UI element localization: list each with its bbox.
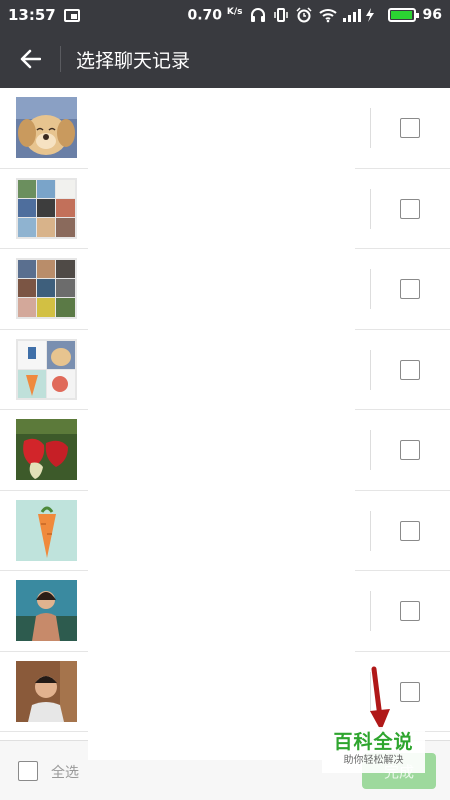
row-divider (370, 269, 371, 309)
image-notification-icon (63, 8, 80, 22)
status-time: 13:57 (8, 6, 56, 24)
man-portrait-avatar (16, 660, 77, 722)
chat-checkbox[interactable] (400, 359, 420, 380)
watermark-title: 百科全说 (333, 731, 414, 753)
battery-icon (387, 8, 419, 22)
watermark-subtitle: 助你轻松解决 (343, 755, 404, 766)
chat-checkbox[interactable] (400, 601, 420, 621)
network-speed-value: 0.70 (187, 7, 223, 24)
row-divider (370, 591, 371, 631)
network-speed: 0.70 K/s (187, 7, 242, 24)
network-speed-unit: K/s (226, 6, 243, 17)
header: 选择聊天记录 (0, 30, 450, 88)
battery-fill (390, 11, 412, 19)
status-bar: 13:57 0.70 K/s 96 (0, 0, 450, 30)
header-divider (60, 46, 61, 72)
vibrate-icon (273, 7, 289, 23)
select-all-label[interactable]: 全选 (51, 762, 79, 782)
row-divider (370, 188, 371, 229)
screen: 13:57 0.70 K/s 96 选择聊天记录 全选 百科全说 助你轻松解决 (0, 0, 450, 800)
chat-checkbox[interactable] (400, 520, 420, 541)
battery-level: 96 (422, 7, 442, 23)
strawberry-avatar (16, 419, 77, 480)
redaction-overlay (88, 88, 355, 760)
puppy-avatar (16, 97, 77, 158)
status-right: 0.70 K/s 96 (187, 7, 442, 24)
row-divider (370, 510, 371, 551)
watermark: 百科全说 助你轻松解决 (322, 727, 425, 773)
chat-checkbox[interactable] (400, 198, 420, 219)
charging-icon (365, 7, 381, 23)
row-divider (370, 430, 371, 470)
puppy-carrot-grid-avatar (16, 338, 77, 400)
group-grid-avatar-1 (16, 177, 77, 239)
group-grid-avatar-2 (16, 258, 77, 319)
annotation-arrow-icon (370, 666, 390, 731)
back-arrow-icon (20, 49, 41, 69)
wifi-icon (318, 7, 337, 23)
chat-checkbox[interactable] (400, 279, 420, 299)
carrot-avatar (16, 499, 77, 561)
chat-checkbox[interactable] (400, 118, 420, 138)
row-separator (0, 731, 88, 732)
row-divider (370, 108, 371, 148)
alarm-icon (295, 7, 312, 23)
page-title: 选择聊天记录 (76, 49, 191, 72)
select-all-checkbox[interactable] (18, 761, 38, 781)
headphones-icon (250, 7, 266, 23)
chat-checkbox[interactable] (400, 681, 420, 702)
woman-portrait-avatar (16, 580, 77, 641)
signal-icon (342, 7, 361, 23)
row-divider (370, 349, 371, 390)
chat-checkbox[interactable] (400, 440, 420, 460)
back-button[interactable] (0, 30, 60, 88)
